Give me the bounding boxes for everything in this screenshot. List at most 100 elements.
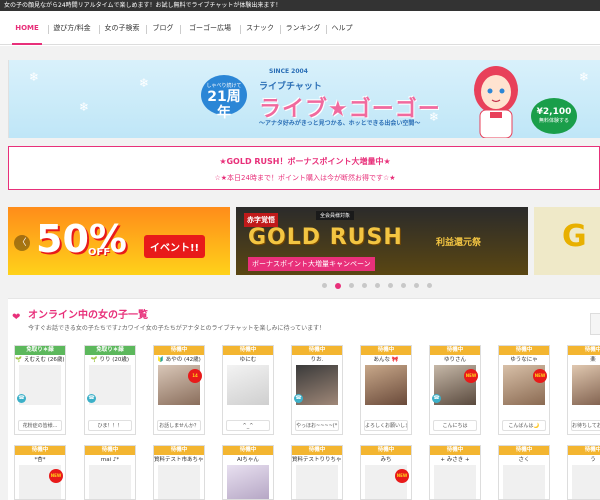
girl-card[interactable]: 待機中 う <box>567 445 600 500</box>
card-message: よろしくお願いします <box>364 420 408 431</box>
girl-card[interactable]: 待機中 りお. ☎ やっほお~~~~(*^○^) <box>291 345 343 435</box>
girl-card[interactable]: 待機中 🔰 あやの (42歳) 14 お話しませんか？ <box>153 345 205 435</box>
campaign-notice-box[interactable]: ★GOLD RUSH！ボーナスポイント大増量中★ ☆★本日24時まで！ポイント購… <box>8 146 600 190</box>
card-photo: NEW <box>503 365 547 405</box>
nav-separator <box>48 25 49 34</box>
top-announcement-bar: 女の子の顔見ながら24時間リアルタイムで楽しめます！お試し無料でライブチャットが… <box>0 0 600 11</box>
card-status: 待機中 <box>361 346 411 355</box>
nav-girl-search[interactable]: 女の子検索 <box>102 19 142 45</box>
carousel-dot[interactable] <box>375 283 380 288</box>
card-photo <box>572 365 600 405</box>
free-trial-amount: ¥2,100 <box>536 107 572 117</box>
nav-ranking[interactable]: ランキング <box>284 19 322 45</box>
nav-how-to-play[interactable]: 遊び方/料金 <box>50 19 94 45</box>
girl-card[interactable]: 待機中 + みさき + <box>429 445 481 500</box>
nav-help[interactable]: ヘルプ <box>330 19 354 45</box>
nav-blog[interactable]: ブログ <box>150 19 176 45</box>
campaign-notice-title: ★GOLD RUSH！ボーナスポイント大増量中★ <box>219 157 391 166</box>
card-status: 待機中 <box>430 446 480 455</box>
card-status: 免取り＊緑 <box>85 346 135 355</box>
card-name: 🌱 りり (20歳) <box>90 357 130 363</box>
new-badge: NEW <box>464 369 478 383</box>
card-status: 待機中 <box>430 346 480 355</box>
card-status: 待機中 <box>154 346 204 355</box>
card-photo <box>89 465 131 499</box>
carousel-dot[interactable] <box>388 283 393 288</box>
card-name: AIちゃん <box>237 457 259 463</box>
nav-separator <box>146 25 147 34</box>
banner-since: SINCE 2004 <box>269 68 308 75</box>
girl-card[interactable]: 待機中 質料テストりりちゃん <box>291 445 343 500</box>
card-status: 待機中 <box>499 446 549 455</box>
side-tab[interactable] <box>590 313 600 335</box>
card-message: お話しませんか？ <box>157 420 201 431</box>
card-name: mai ♪* <box>100 457 120 463</box>
carousel-dot[interactable] <box>362 283 367 288</box>
card-photo: ☎ <box>17 365 61 405</box>
card-name: ゆうなにゃ <box>510 357 538 363</box>
carousel-dot[interactable] <box>322 283 327 288</box>
hero-banner[interactable]: ❄ ❄ ❄ ❄ ❄ しゃべり続けて 21周年 SINCE 2004 ライブチャッ… <box>8 60 600 138</box>
card-message: お待ちしております <box>571 420 600 431</box>
banner-tagline: ～アナタ好みがきっと見つかる、ホッとできる出会い空間～ <box>259 120 421 127</box>
anniversary-badge: しゃべり続けて 21周年 <box>201 75 247 121</box>
card-status: 待機中 <box>568 346 600 355</box>
nav-home[interactable]: HOME <box>12 19 42 45</box>
card-photo: 14 <box>158 365 202 405</box>
girl-card[interactable]: 免取り＊緑 🌱 りり (20歳) ☎ ひま！！！ <box>84 345 136 435</box>
nav-gogo-plaza[interactable]: ゴーゴー広場 <box>184 19 236 45</box>
card-name: *杏* <box>34 457 46 463</box>
girl-card[interactable]: 待機中 ゆうなにゃ NEW こんばんは🌙 <box>498 345 550 435</box>
phone-icon: ☎ <box>17 394 26 403</box>
carousel-dot-active[interactable] <box>335 282 341 289</box>
heart-icon: ❤ <box>12 312 21 323</box>
card-name: 楽 <box>590 357 596 363</box>
carousel-dot[interactable] <box>401 283 406 288</box>
promo-slide-next[interactable]: G <box>534 207 600 275</box>
girl-card[interactable]: 待機中 質料テスト市あちゃん <box>153 445 205 500</box>
nav-separator <box>280 25 281 34</box>
card-photo <box>158 465 200 499</box>
nav-separator <box>326 25 327 34</box>
girl-card[interactable]: 待機中 さく <box>498 445 550 500</box>
carousel-prev-button[interactable]: 〈 <box>14 235 30 251</box>
card-photo <box>227 365 269 405</box>
carousel-dot[interactable] <box>414 283 419 288</box>
free-trial-badge[interactable]: ¥2,100 無料体験する <box>531 98 577 134</box>
main-nav: HOME 遊び方/料金 女の子検索 ブログ ゴーゴー広場 スナック ランキング … <box>0 11 600 45</box>
card-message: こんばんは🌙 <box>502 420 546 431</box>
girl-card[interactable]: 待機中 AIちゃん <box>222 445 274 500</box>
girl-card[interactable]: 待機中 mai ♪* <box>84 445 136 500</box>
carousel-dot[interactable] <box>427 283 432 288</box>
promo-slide-50off[interactable]: 50% OFF イベント!! <box>8 207 230 275</box>
card-status: 待機中 <box>223 346 273 355</box>
card-name: 質料テストりりちゃん <box>292 457 342 463</box>
card-status: 待機中 <box>499 346 549 355</box>
page: 女の子の顔見ながら24時間リアルタイムで楽しめます！お試し無料でライブチャットが… <box>0 0 600 500</box>
free-trial-label: 無料体験する <box>538 118 569 124</box>
phone-icon: ☎ <box>432 394 441 403</box>
card-status: 待機中 <box>85 446 135 455</box>
girl-card[interactable]: 待機中 楽 お待ちしております <box>567 345 600 435</box>
girl-card[interactable]: 待機中 みち NEW <box>360 445 412 500</box>
girl-card[interactable]: 待機中 ゆにむ ^_^ <box>222 345 274 435</box>
card-name: ゆりさん <box>443 357 466 363</box>
girl-card[interactable]: 待機中 あんな 🎀 よろしくお願いします <box>360 345 412 435</box>
campaign-notice-text: ☆★本日24時まで！ポイント購入は今が断然お得です☆★ <box>214 174 396 182</box>
phone-icon: ☎ <box>87 394 96 403</box>
girl-card[interactable]: 免取り＊緑 🌱 えむえむ (26歳) ☎ 花粉症の皆様... <box>14 345 66 435</box>
girl-card[interactable]: 待機中 ゆりさん NEW ☎ こんにちは <box>429 345 481 435</box>
card-status: 待機中 <box>292 446 342 455</box>
card-status: 待機中 <box>154 446 204 455</box>
promo-slide-gold-rush[interactable]: 赤字覚悟 全会員様対象 GOLD RUSH ボーナスポイント大増量キャンペーン … <box>236 207 528 275</box>
card-message: こんにちは <box>433 420 477 431</box>
girl-card[interactable]: 待機中 *杏* NEW <box>14 445 66 500</box>
card-status: 待機中 <box>15 446 65 455</box>
new-badge: NEW <box>533 369 547 383</box>
carousel-dot[interactable] <box>349 283 354 288</box>
online-section-title: オンライン中の女の子一覧 <box>28 310 148 321</box>
nav-snack[interactable]: スナック <box>244 19 276 45</box>
card-photo <box>365 365 407 405</box>
card-status: 待機中 <box>292 346 342 355</box>
promo-target-tag: 全会員様対象 <box>316 211 355 220</box>
